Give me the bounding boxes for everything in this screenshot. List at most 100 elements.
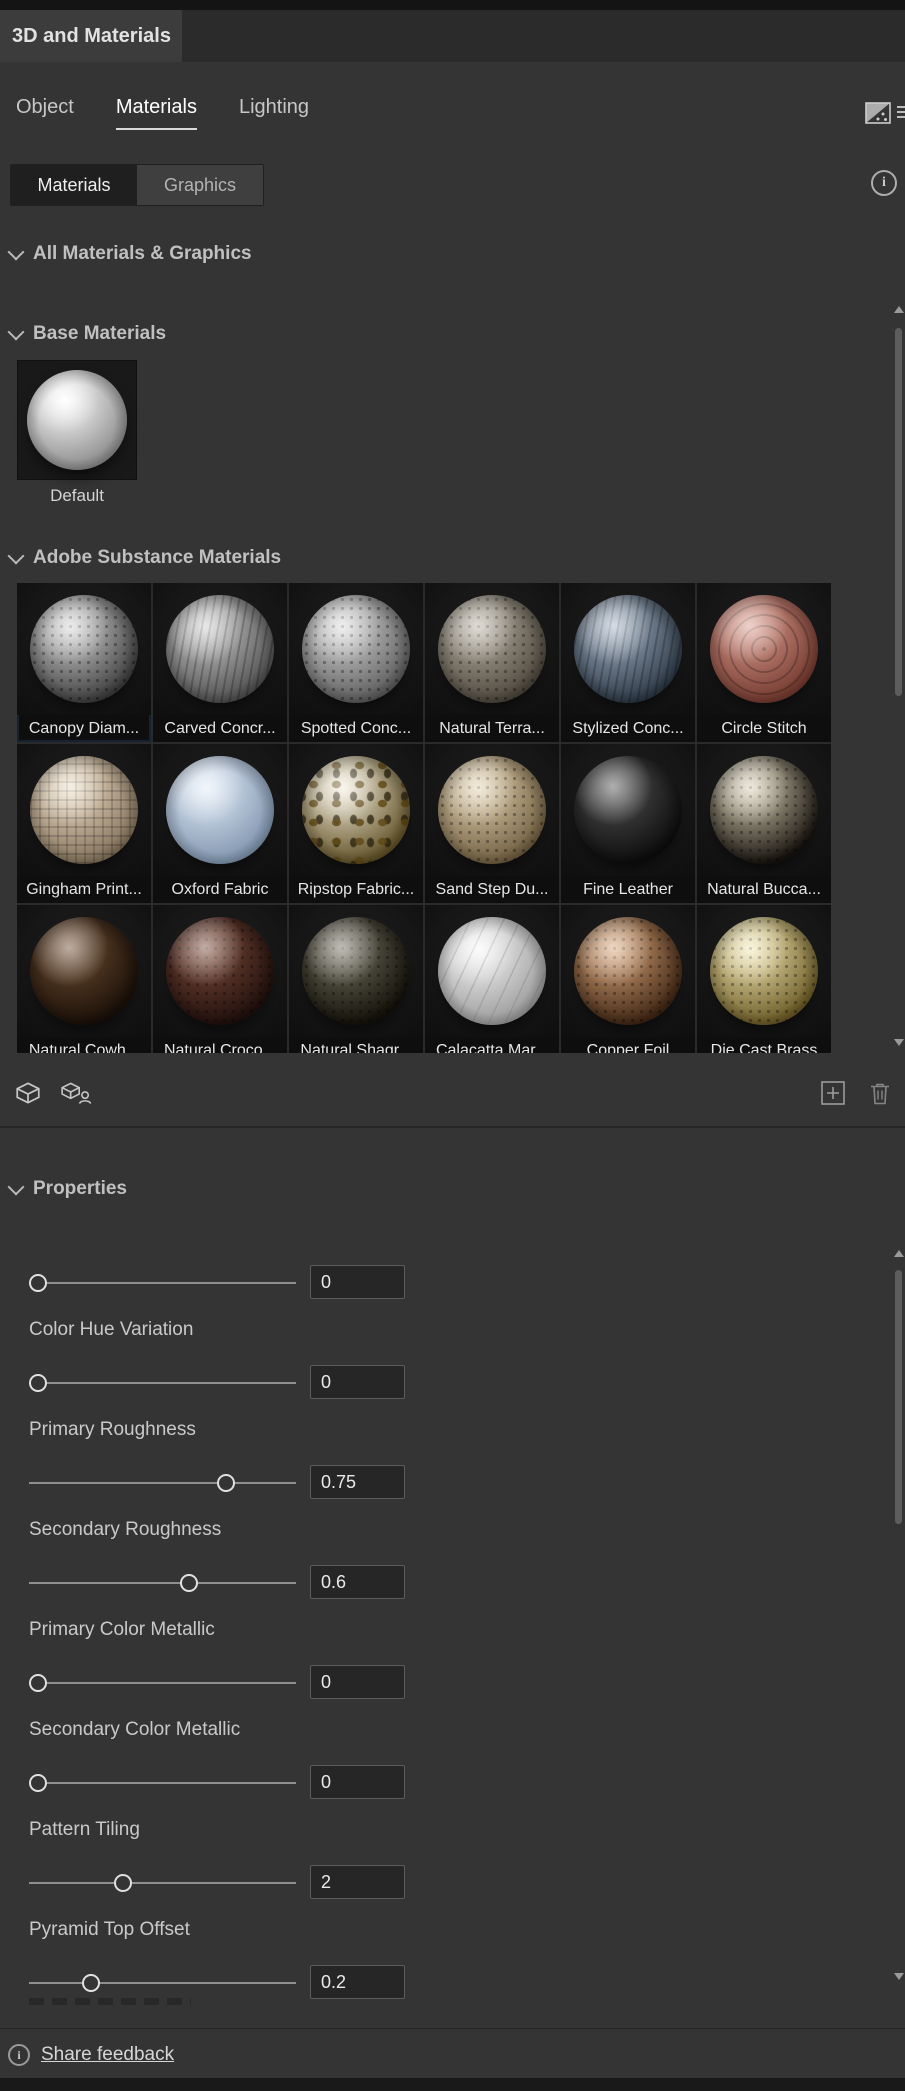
nav-right-icons (865, 102, 891, 124)
material-tile[interactable]: Ripstop Fabric... (289, 744, 423, 903)
properties-scrollbar[interactable] (893, 1250, 905, 1980)
slider-label: Pattern Tiling (29, 1819, 140, 1840)
slider-knob[interactable] (180, 1574, 198, 1592)
materials-view-icon[interactable] (865, 102, 891, 124)
slider-value-input[interactable] (310, 1665, 405, 1699)
scrollbar-thumb[interactable] (895, 328, 902, 696)
slider-value-input[interactable] (310, 1865, 405, 1899)
section-base-materials[interactable]: Base Materials (7, 323, 166, 345)
property-slider-group: Primary Color Metallic (29, 1619, 414, 1719)
panel-tab-3d-and-materials[interactable]: 3D and Materials (0, 10, 182, 62)
material-tile[interactable]: Spotted Conc... (289, 583, 423, 742)
slider-row (29, 1463, 414, 1503)
section-all-materials[interactable]: All Materials & Graphics (7, 243, 252, 265)
slider-row (29, 1863, 414, 1903)
community-assets-icon[interactable] (60, 1081, 92, 1105)
material-tile[interactable]: Natural Cowh... (17, 905, 151, 1053)
panel-tab-title: 3D and Materials (12, 24, 171, 47)
material-library-icon[interactable] (14, 1081, 42, 1105)
sphere-shading (302, 595, 410, 703)
material-thumbnail (17, 583, 151, 715)
slider-label: Secondary Roughness (29, 1519, 222, 1540)
material-thumbnail (289, 583, 423, 715)
tab-lighting[interactable]: Lighting (239, 96, 309, 130)
scroll-down-icon[interactable] (894, 1039, 904, 1046)
scroll-down-icon[interactable] (894, 1973, 904, 1980)
material-tile[interactable]: Natural Croco... (153, 905, 287, 1053)
slider-track[interactable] (29, 1274, 296, 1292)
material-tile-default[interactable] (17, 360, 137, 480)
material-thumbnail (561, 583, 695, 715)
toggle-graphics[interactable]: Graphics (137, 165, 263, 205)
slider-track[interactable] (29, 1474, 296, 1492)
slider-track[interactable] (29, 1974, 296, 1992)
property-slider-group: Secondary Roughness (29, 1519, 414, 1619)
slider-knob[interactable] (114, 1874, 132, 1892)
share-feedback-link[interactable]: Share feedback (41, 2044, 174, 2066)
material-tile[interactable]: Natural Bucca... (697, 744, 831, 903)
material-label: Calacatta Mar... (425, 1037, 559, 1053)
trash-icon[interactable] (869, 1081, 891, 1106)
tab-object[interactable]: Object (16, 96, 74, 130)
material-tile[interactable]: Stylized Conc... (561, 583, 695, 742)
slider-value-input[interactable] (310, 1465, 405, 1499)
tab-materials[interactable]: Materials (115, 96, 197, 130)
slider-value-input[interactable] (310, 1765, 405, 1799)
section-substance-materials[interactable]: Adobe Substance Materials (7, 547, 281, 569)
material-tile[interactable]: Canopy Diam... (17, 583, 151, 742)
sphere-shading (710, 595, 818, 703)
material-tile[interactable]: Calacatta Mar... (425, 905, 559, 1053)
material-sphere-thumbnail (574, 917, 682, 1025)
slider-knob[interactable] (29, 1374, 47, 1392)
material-tile[interactable]: Carved Concr... (153, 583, 287, 742)
info-icon[interactable]: i (871, 170, 897, 196)
material-tile[interactable]: Sand Step Du... (425, 744, 559, 903)
panel-menu-icon[interactable] (896, 104, 905, 120)
slider-knob[interactable] (29, 1774, 47, 1792)
material-label: Canopy Diam... (17, 715, 151, 742)
scroll-up-icon[interactable] (894, 306, 904, 313)
material-tile[interactable]: Circle Stitch (697, 583, 831, 742)
toggle-materials[interactable]: Materials (11, 165, 137, 205)
feedback-bar: i Share feedback (0, 2032, 905, 2078)
sphere-shading (438, 756, 546, 864)
material-tile[interactable]: Die Cast Brass (697, 905, 831, 1053)
feedback-info-icon[interactable]: i (8, 2044, 30, 2066)
slider-track[interactable] (29, 1674, 296, 1692)
section-divider (0, 1126, 905, 1128)
material-label: Natural Terra... (425, 715, 559, 742)
slider-value-input[interactable] (310, 1365, 405, 1399)
slider-track[interactable] (29, 1574, 296, 1592)
material-tile[interactable]: Fine Leather (561, 744, 695, 903)
slider-knob[interactable] (217, 1474, 235, 1492)
slider-knob[interactable] (29, 1274, 47, 1292)
slider-knob[interactable] (29, 1674, 47, 1692)
material-tile[interactable]: Copper Foil (561, 905, 695, 1053)
window-top-edge (0, 0, 905, 10)
slider-value-input[interactable] (310, 1565, 405, 1599)
section-properties[interactable]: Properties (7, 1178, 127, 1200)
slider-value-input[interactable] (310, 1265, 405, 1299)
slider-knob[interactable] (82, 1974, 100, 1992)
scrollbar-thumb[interactable] (895, 1270, 902, 1524)
material-thumbnail (153, 583, 287, 715)
slider-track[interactable] (29, 1774, 296, 1792)
material-label: Fine Leather (561, 876, 695, 903)
material-label: Gingham Print... (17, 876, 151, 903)
property-slider-group: Primary Roughness (29, 1419, 414, 1519)
material-tile[interactable]: Oxford Fabric (153, 744, 287, 903)
scroll-up-icon[interactable] (894, 1250, 904, 1257)
sphere-shading (574, 595, 682, 703)
materials-scrollbar[interactable] (893, 306, 905, 1046)
slider-track[interactable] (29, 1374, 296, 1392)
material-sphere-thumbnail (302, 756, 410, 864)
material-tile[interactable]: Natural Shagr... (289, 905, 423, 1053)
material-sphere-thumbnail (166, 917, 274, 1025)
material-tile[interactable]: Natural Terra... (425, 583, 559, 742)
sphere-shading (574, 756, 682, 864)
slider-value-input[interactable] (310, 1965, 405, 1999)
slider-track[interactable] (29, 1874, 296, 1892)
slider-row (29, 1263, 414, 1303)
material-tile[interactable]: Gingham Print... (17, 744, 151, 903)
add-material-icon[interactable] (821, 1081, 845, 1105)
